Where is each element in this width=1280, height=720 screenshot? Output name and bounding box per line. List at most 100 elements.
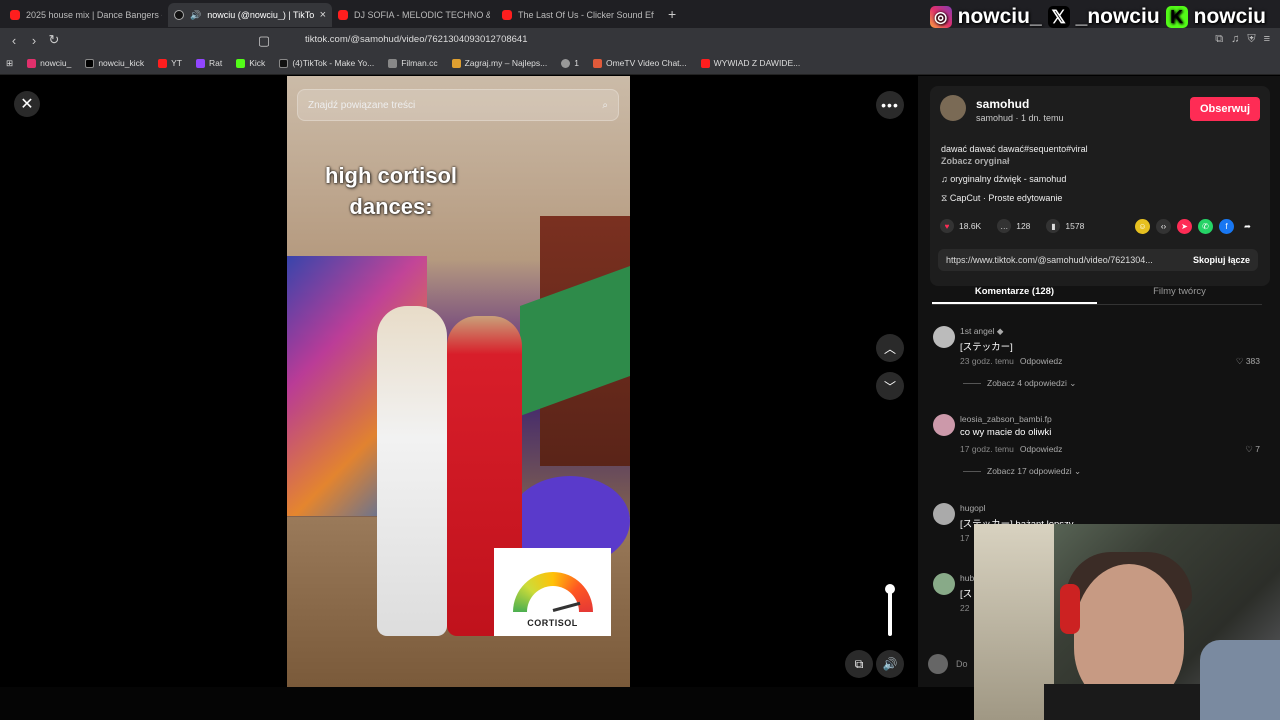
bookmark-item[interactable]: Zagraj.my – Najleps... (451, 58, 547, 68)
avatar[interactable] (933, 573, 955, 595)
share-icons: ☺ ‹› ➤ ✆ f ➦ (1135, 219, 1255, 234)
send-icon[interactable]: ➤ (1177, 219, 1192, 234)
bookmark-icon[interactable]: ▢ (254, 33, 274, 49)
browser-tab[interactable]: The Last Of Us - Clicker Sound Effect (496, 3, 660, 27)
comment-meta: 17 godz. temu Odpowiedz (960, 444, 1063, 454)
tab-creator-videos[interactable]: Filmy twórcy (1097, 281, 1262, 304)
browser-tab[interactable]: 2025 house mix | Dance Bangers - Yo (4, 3, 168, 27)
bookmark-favicon (592, 58, 602, 68)
stream-socials-overlay: ◎ nowciu_ 𝕏 _nowciu K nowciu (929, 5, 1266, 29)
sound-link[interactable]: ♫ oryginalny dźwięk - samohud (941, 174, 1066, 184)
embed-icon[interactable]: ‹› (1156, 219, 1171, 234)
youtube-icon (10, 10, 20, 20)
forward-icon[interactable]: › (24, 33, 44, 48)
share-link-url[interactable]: https://www.tiktok.com/@samohud/video/76… (946, 255, 1153, 265)
avatar[interactable] (933, 503, 955, 525)
browser-toolbar-icons: ⧉ ♫ ⛨ ≡ (1215, 33, 1270, 46)
comment-like-button[interactable]: ♡ 383 (1236, 356, 1260, 367)
follow-button[interactable]: Obserwuj (1190, 97, 1260, 121)
comment-meta: 22 (960, 603, 970, 613)
music-icon[interactable]: ♫ (1231, 33, 1239, 46)
volume-icon[interactable]: 🔊 (876, 650, 904, 678)
next-video-button[interactable]: ﹀ (876, 372, 904, 400)
bookmark-item[interactable]: Filman.cc (388, 58, 438, 68)
search-placeholder: Znajdź powiązane treści (308, 99, 416, 111)
friends-share-icon[interactable]: ☺ (1135, 219, 1150, 234)
tab-comments[interactable]: Komentarze (128) (932, 281, 1097, 304)
instagram-icon: ◎ (929, 6, 952, 28)
view-replies-button[interactable]: Zobacz 4 odpowiedzi ⌄ (963, 378, 1076, 389)
related-search-input[interactable]: Znajdź powiązane treści ⌕ (297, 89, 619, 121)
headset-icon (1060, 584, 1080, 634)
gauge-icon (512, 572, 593, 612)
comment-username[interactable]: leosia_zabson_bambi.fp (960, 414, 1052, 424)
whatsapp-icon[interactable]: ✆ (1198, 219, 1213, 234)
like-button[interactable]: ♥ 18.6K (940, 219, 981, 233)
new-tab-button[interactable]: + (668, 6, 676, 22)
avatar[interactable] (933, 414, 955, 436)
floating-player-button[interactable]: ⧉ (845, 650, 873, 678)
bookmark-item[interactable]: Rat (196, 58, 222, 68)
heart-icon: ♡ (1245, 444, 1256, 454)
back-icon[interactable]: ‹ (4, 33, 24, 48)
comment-meta: 23 godz. temu Odpowiedz (960, 356, 1063, 366)
apps-icon[interactable]: ⊞ (6, 58, 13, 69)
address-bar[interactable]: tiktok.com/@samohud/video/76213040930127… (305, 34, 528, 45)
tab-title: nowciu (@nowciu_) | TikTok (207, 10, 314, 20)
see-original-link[interactable]: Zobacz oryginał (941, 156, 1010, 166)
comment-item: 1st angel ◆ [ステッカー] 23 godz. temu Odpowie… (933, 326, 1273, 396)
capcut-link[interactable]: ⧖ CapCut · Proste edytowanie (941, 193, 1062, 204)
search-icon[interactable]: ⌕ (602, 100, 608, 111)
bookmark-item[interactable]: Kick (236, 58, 265, 68)
bookmark-favicon (196, 58, 206, 68)
comment-button[interactable]: … 128 (997, 219, 1030, 233)
close-video-button[interactable]: ✕ (14, 91, 40, 117)
previous-video-button[interactable]: ︿ (876, 334, 904, 362)
avatar[interactable] (933, 326, 955, 348)
bookmark-favicon (236, 58, 246, 68)
webcam-pillow (1200, 640, 1280, 720)
browser-tab[interactable]: DJ SOFIA - MELODIC TECHNO & FU (332, 3, 496, 27)
x-icon: 𝕏 (1047, 6, 1070, 28)
bookmark-favicon (561, 58, 571, 68)
bookmark-item[interactable]: nowciu_ (27, 58, 71, 68)
bookmark-favicon (700, 58, 710, 68)
author-name[interactable]: samohud (976, 97, 1029, 111)
bookmark-icon: ▮ (1046, 219, 1061, 233)
close-tab-icon[interactable]: × (320, 9, 326, 21)
reply-button[interactable]: Odpowiedz (1020, 444, 1063, 454)
heart-icon: ♥ (940, 219, 954, 233)
browser-tab-active[interactable]: 🔊 nowciu (@nowciu_) | TikTok × (168, 3, 332, 27)
save-button[interactable]: ▮ 1578 (1046, 219, 1084, 233)
reload-icon[interactable]: ↻ (44, 32, 64, 48)
view-replies-button[interactable]: Zobacz 17 odpowiedzi ⌄ (963, 466, 1081, 477)
comment-username[interactable]: 1st angel ◆ (960, 326, 1003, 337)
bookmark-item[interactable]: WYWIAD Z DAWIDE... (700, 58, 800, 68)
shield-icon[interactable]: ⛨ (1247, 33, 1255, 46)
share-arrow-icon[interactable]: ➦ (1240, 219, 1255, 234)
facebook-icon[interactable]: f (1219, 219, 1234, 234)
bookmark-item[interactable]: 1 (561, 58, 579, 68)
streamer-webcam (974, 524, 1280, 720)
reply-button[interactable]: Odpowiedz (1020, 356, 1063, 366)
menu-icon[interactable]: ≡ (1264, 33, 1270, 46)
video-player[interactable]: Znajdź powiązane treści ⌕ high cortisol … (287, 76, 630, 687)
copy-link-button[interactable]: Skopiuj łącze (1193, 255, 1250, 265)
webcam-person-shirt (1044, 684, 1224, 720)
bookmark-item[interactable]: YT (158, 58, 182, 68)
extensions-icon[interactable]: ⧉ (1215, 33, 1223, 46)
heart-icon: ♡ (1235, 356, 1246, 366)
more-options-button[interactable]: ••• (876, 91, 904, 119)
speaker-icon: 🔊 (190, 9, 202, 20)
bookmark-item[interactable]: (4)TikTok - Make Yo... (279, 58, 374, 68)
bookmark-item[interactable]: nowciu_kick (85, 58, 144, 68)
volume-knob[interactable] (885, 584, 895, 594)
comment-like-button[interactable]: ♡ 7 (1245, 444, 1260, 455)
comment-username[interactable]: hub (960, 573, 974, 583)
comment-icon: … (997, 219, 1012, 233)
comment-username[interactable]: hugopl (960, 503, 986, 513)
bookmark-item[interactable]: OmeTV Video Chat... (592, 58, 687, 68)
comment-input-placeholder: Do (956, 659, 968, 669)
kick-handle: nowciu (1193, 5, 1266, 28)
author-avatar[interactable] (940, 95, 966, 121)
